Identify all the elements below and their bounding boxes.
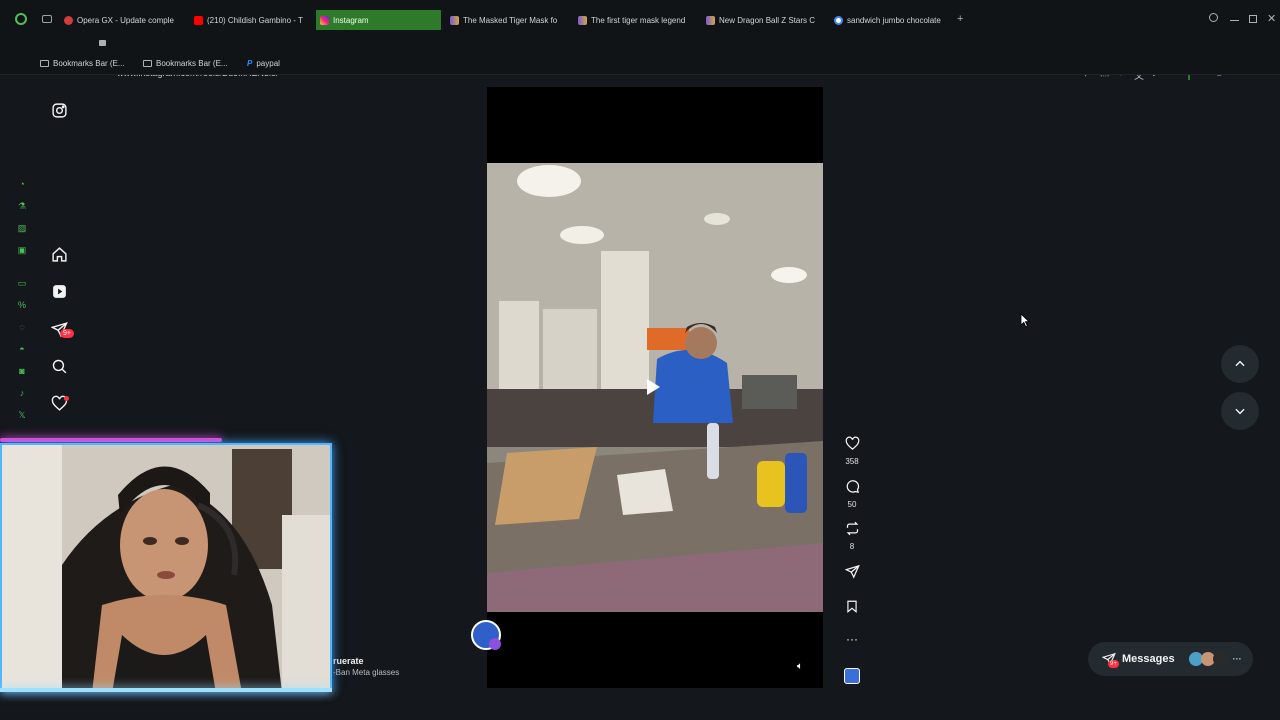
youtube-icon — [194, 15, 203, 25]
tab-instagram[interactable]: Instagram — [316, 10, 441, 30]
search-icon[interactable] — [51, 358, 68, 375]
comment-icon — [846, 480, 859, 493]
reel-caption: -Ban Meta glasses — [333, 668, 400, 677]
instagram-logo-icon[interactable] — [51, 102, 68, 119]
instagram-sidebar-icon[interactable]: ◙ — [16, 366, 28, 376]
paypal-icon: P — [247, 59, 253, 68]
address-bar: ‹ › ↻ www.instagram.com/reels/DbJIkHEN3l… — [0, 31, 1280, 82]
bookmark-folder[interactable]: Bookmarks Bar (E... — [143, 59, 228, 68]
tab-label: The Masked Tiger Mask fo — [463, 15, 558, 25]
google-icon — [834, 15, 843, 25]
comment-count: 50 — [847, 500, 857, 509]
bookmark-paypal[interactable]: P paypal — [247, 59, 280, 68]
whatsapp-icon[interactable]: ◌ — [16, 322, 28, 332]
folder-icon — [143, 60, 152, 67]
like-count: 358 — [845, 457, 859, 466]
volume-icon[interactable]: 🔈︎ — [797, 661, 803, 672]
heart-icon — [845, 436, 859, 450]
site-icon — [578, 15, 587, 25]
tab-first-tiger-mask[interactable]: The first tiger mask legend — [574, 11, 696, 29]
close-window-icon[interactable]: ✕ — [1267, 12, 1276, 25]
instagram-icon — [320, 15, 329, 25]
webcam-overlay — [0, 443, 332, 691]
opera-sidebar: ◔ ⚗ ▨ ▣ ▭ % ◌ ◓ ◙ ♪ 𝕏 — [0, 75, 36, 435]
ai-sidebar-icon[interactable]: ⚗ — [16, 201, 28, 212]
more-avatars-icon: ··· — [1232, 654, 1242, 664]
webcam-feed — [2, 445, 330, 689]
site-icon — [450, 15, 459, 25]
site-icon — [706, 15, 715, 25]
notification-badge: 9+ — [60, 329, 74, 338]
x-icon[interactable]: 𝕏 — [16, 410, 28, 421]
avatar — [1212, 652, 1227, 666]
repost-icon — [846, 521, 858, 536]
play-icon[interactable] — [647, 379, 660, 395]
folder-icon — [40, 60, 49, 67]
notification-dot — [64, 396, 69, 401]
repost-button[interactable]: 8 — [840, 521, 864, 551]
neon-bar-top — [0, 438, 222, 442]
gx-corner-icon[interactable]: ▨ — [16, 223, 28, 234]
search-tabs-icon[interactable] — [1209, 13, 1218, 22]
like-button[interactable]: 358 — [840, 436, 864, 466]
tab-masked-tiger[interactable]: The Masked Tiger Mask fo — [446, 11, 568, 29]
comment-button[interactable]: 50 — [840, 479, 864, 509]
neon-bar-bottom — [0, 688, 332, 692]
percent-icon[interactable]: % — [16, 300, 28, 310]
bookmark-label: paypal — [256, 59, 280, 68]
opera-icon — [64, 15, 73, 25]
pin-badge-icon — [489, 638, 501, 650]
speed-dial-icon[interactable]: ◔ — [16, 179, 28, 189]
tab-label: sandwich jumbo chocolate — [847, 15, 941, 25]
minimize-icon[interactable] — [1230, 20, 1239, 21]
opera-logo-icon[interactable] — [15, 13, 27, 25]
messages-badge: 9+ — [1108, 660, 1119, 668]
tab-bar: Opera GX - Update comple (210) Childish … — [0, 0, 1280, 31]
bookmark-icon — [847, 600, 857, 614]
tab-label: Opera GX - Update comple — [77, 15, 174, 25]
mouse-cursor-icon — [1020, 313, 1030, 328]
reels-icon[interactable] — [51, 283, 68, 300]
new-tab-button[interactable]: + — [957, 13, 963, 25]
tab-label: Instagram — [333, 15, 369, 25]
reel-video[interactable] — [487, 163, 823, 612]
more-icon: ··· — [846, 632, 858, 646]
chevron-down-icon — [1235, 408, 1245, 415]
audio-avatar[interactable] — [840, 668, 864, 689]
home-icon[interactable] — [51, 246, 68, 263]
maximize-icon[interactable] — [1249, 15, 1257, 23]
tab-label: The first tiger mask legend — [591, 15, 686, 25]
messages-label: Messages — [1122, 653, 1175, 665]
tab-childish-gambino[interactable]: (210) Childish Gambino - T — [190, 11, 310, 29]
share-button[interactable] — [840, 564, 864, 584]
tab-opera-update[interactable]: Opera GX - Update comple — [60, 11, 182, 29]
lock-icon — [99, 40, 106, 46]
previous-reel-button[interactable] — [1221, 345, 1259, 383]
bookmark-label: Bookmarks Bar (E... — [53, 59, 125, 68]
tab-label: (210) Childish Gambino - T — [207, 15, 303, 25]
tiktok-icon[interactable]: ♪ — [16, 388, 28, 398]
tab-sandwich-jumbo[interactable]: sandwich jumbo chocolate — [830, 11, 952, 29]
discord-icon[interactable]: ◓ — [16, 344, 28, 354]
more-options-button[interactable]: ··· — [840, 632, 864, 646]
bookmark-label: Bookmarks Bar (E... — [156, 59, 228, 68]
bookmark-folder[interactable]: Bookmarks Bar (E... — [40, 59, 125, 68]
twitch-icon[interactable]: ▭ — [16, 278, 28, 289]
author-name[interactable]: ruerate — [333, 656, 364, 666]
save-button[interactable] — [840, 599, 864, 619]
messages-button[interactable]: 9+ Messages ··· — [1088, 642, 1253, 676]
tab-dragon-ball[interactable]: New Dragon Ball Z Stars C — [702, 11, 824, 29]
gx-mods-icon[interactable]: ▣ — [16, 245, 28, 256]
repost-count: 8 — [849, 542, 855, 551]
next-reel-button[interactable] — [1221, 392, 1259, 430]
share-icon — [844, 564, 860, 579]
tab-menu-icon[interactable] — [42, 15, 52, 23]
chevron-up-icon — [1235, 360, 1245, 367]
tab-label: New Dragon Ball Z Stars C — [719, 15, 816, 25]
audio-icon — [844, 668, 860, 684]
